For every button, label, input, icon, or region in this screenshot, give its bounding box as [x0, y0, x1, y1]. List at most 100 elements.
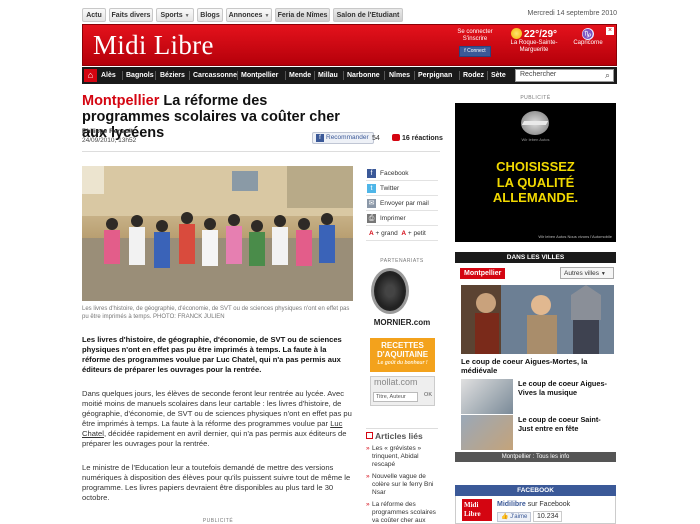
related-article-item[interactable]: Les « grévistes » trinquent, Abidal resc… — [366, 445, 438, 469]
related-article-item[interactable]: La réforme des programmes scolaires va c… — [366, 501, 438, 524]
chevron-down-icon: ▼ — [264, 13, 270, 19]
close-icon[interactable]: × — [606, 27, 614, 35]
nav-sports[interactable]: Sports ▼ — [156, 8, 194, 22]
nav-blogs[interactable]: Blogs — [197, 8, 223, 22]
opel-logo-icon — [521, 111, 549, 135]
city-navigation: ⌂ Alès Bagnols Béziers Carcassonne Montp… — [82, 67, 617, 84]
twitter-icon: t — [367, 184, 376, 193]
nav-annonces[interactable]: Annonces ▼ — [226, 8, 272, 22]
article-paragraph: Le ministre de l'Education leur a toutef… — [82, 463, 351, 502]
nav-faits-divers[interactable]: Faits divers — [109, 8, 153, 22]
article-lead: Les livres d'histoire, de géographie, d'… — [82, 335, 342, 374]
search-input[interactable]: Rechercher ⌕ — [515, 69, 614, 82]
facebook-like-button[interactable]: 👍 J'aime — [497, 512, 532, 522]
weather-place: La Roque-Sainte- Marguerite — [510, 40, 558, 53]
article-paragraph: Dans quelques jours, les élèves de secon… — [82, 389, 352, 448]
ad-fine-print: Wir leben Autos Nous vivons l'Automobile — [538, 234, 612, 239]
article-photo[interactable] — [82, 166, 353, 301]
share-tools: f Facebook t Twitter ✉ Envoyer par mail ⎙ Im… — [366, 166, 438, 241]
nav-salon-etudiant[interactable]: Salon de l'Etudiant — [333, 8, 403, 22]
headline-thumbnail[interactable] — [461, 379, 513, 414]
divider — [82, 151, 440, 152]
headline-link[interactable]: Le coup de coeur Saint-Just entre en fêt… — [518, 415, 614, 433]
all-city-news-link[interactable]: Montpellier : Tous les info — [455, 452, 616, 462]
headline-photo[interactable] — [461, 285, 614, 354]
facebook-connect-button[interactable]: f Connect — [459, 46, 491, 57]
facebook-like-box: Midi Libre Midilibre sur Facebook 👍 J'ai… — [455, 496, 616, 524]
headline-link[interactable]: Le coup de coeur Aigues-Vives la musique — [518, 379, 614, 397]
sun-icon — [510, 28, 522, 39]
text-size-decrease-icon[interactable]: A — [401, 230, 406, 237]
divider — [122, 71, 123, 80]
city-tab-montpellier[interactable]: Montpellier — [460, 268, 506, 279]
facebook-icon: f — [367, 169, 376, 178]
horoscope-sign: Capricorne — [573, 40, 603, 46]
weather-temperature: 22°/29° — [523, 29, 558, 40]
home-icon[interactable]: ⌂ — [84, 69, 97, 82]
opel-advertisement[interactable]: Wir leben Autos CHOISISSEZ LA QUALITÉ AL… — [455, 103, 616, 242]
mornier-ad[interactable]: MORNIER.com — [366, 318, 438, 327]
headline-thumbnail[interactable] — [461, 415, 513, 450]
other-cities-select[interactable]: Autres villes ▼ — [560, 267, 614, 279]
recettes-aquitaine-ad[interactable]: RECETTES D'AQUITAINE Le goût du bonheur … — [370, 338, 435, 372]
register-link[interactable]: S'inscrire — [449, 36, 501, 43]
headline-link[interactable]: Le coup de coeur Aigues-Mortes, la médié… — [461, 357, 614, 375]
city-mende[interactable]: Mende — [289, 67, 311, 84]
login-box: Se connecter S'inscrire f Connect — [449, 29, 501, 57]
print-button[interactable]: ⎙ Imprimer — [366, 211, 438, 226]
mollat-search-input[interactable]: Titre, Auteur — [373, 392, 418, 402]
weather-widget[interactable]: 22°/29° La Roque-Sainte- Marguerite — [503, 28, 565, 54]
mail-icon: ✉ — [367, 199, 376, 208]
watch-ad-image[interactable] — [371, 268, 409, 314]
related-icon — [366, 432, 373, 439]
share-facebook[interactable]: f Facebook — [366, 166, 438, 181]
city-carcassonne[interactable]: Carcassonne — [193, 67, 237, 84]
horoscope-widget[interactable]: ♑ Capricorne — [567, 28, 609, 47]
city-millau[interactable]: Millau — [318, 67, 338, 84]
article-city[interactable]: Montpellier — [82, 93, 159, 109]
opel-tagline: Wir leben Autos — [521, 137, 550, 142]
article-date: 24/09/2010, 13h52 — [82, 137, 137, 144]
facebook-icon: f — [316, 134, 324, 142]
city-montpellier[interactable]: Montpellier — [241, 67, 278, 84]
nav-feria-de-nimes[interactable]: Feria de Nîmes — [275, 8, 330, 22]
printer-icon: ⎙ — [367, 214, 376, 223]
share-twitter[interactable]: t Twitter — [366, 181, 438, 196]
midilibre-logo[interactable]: Midi Libre — [462, 499, 492, 521]
city-narbonne[interactable]: Narbonne — [347, 67, 380, 84]
login-link[interactable]: Se connecter — [449, 29, 501, 36]
facebook-like-count: 10.234 — [533, 511, 563, 522]
divider — [487, 71, 488, 80]
divider — [155, 71, 156, 80]
divider — [189, 71, 190, 80]
ad-headline: CHOISISSEZ — [496, 159, 575, 174]
city-ales[interactable]: Alès — [101, 67, 116, 84]
city-beziers[interactable]: Béziers — [160, 67, 185, 84]
city-perpignan[interactable]: Perpignan — [418, 67, 452, 84]
nav-actu[interactable]: Actu — [82, 8, 106, 22]
site-header: Midi Libre Se connecter S'inscrire f Con… — [82, 24, 617, 66]
related-article-item[interactable]: Nouvelle vague de colère sur le ferry Bn… — [366, 473, 438, 497]
mollat-search-widget: mollat.com Titre, Auteur OK — [370, 376, 435, 406]
divider — [459, 71, 460, 80]
city-nimes[interactable]: Nîmes — [389, 67, 410, 84]
site-logo[interactable]: Midi Libre — [93, 30, 214, 61]
text-size-increase-icon[interactable]: A — [369, 230, 374, 237]
reactions-link[interactable]: 16 réactions — [392, 134, 443, 142]
share-email[interactable]: ✉ Envoyer par mail — [366, 196, 438, 211]
facebook-page-name: Midilibre sur Facebook — [497, 501, 571, 508]
article-author: Philippe Renault — [82, 128, 133, 135]
city-sete[interactable]: Sète — [491, 67, 506, 84]
mollat-logo[interactable]: mollat.com — [371, 377, 434, 387]
comment-bubble-icon — [392, 134, 400, 141]
ad-headline: LA QUALITÉ ALLEMANDE. — [492, 175, 579, 205]
city-bagnols[interactable]: Bagnols — [126, 67, 154, 84]
chevron-down-icon: ▼ — [184, 13, 190, 19]
city-rodez[interactable]: Rodez — [463, 67, 484, 84]
mollat-ok-button[interactable]: OK — [424, 392, 432, 398]
top-navigation: Actu Faits divers Sports ▼ Blogs Annonces… — [82, 8, 617, 22]
facebook-recommend-button[interactable]: f Recommander — [312, 132, 374, 144]
divider — [237, 71, 238, 80]
text-size-controls: A + grand A + petit — [366, 226, 438, 241]
search-icon[interactable]: ⌕ — [605, 70, 610, 81]
